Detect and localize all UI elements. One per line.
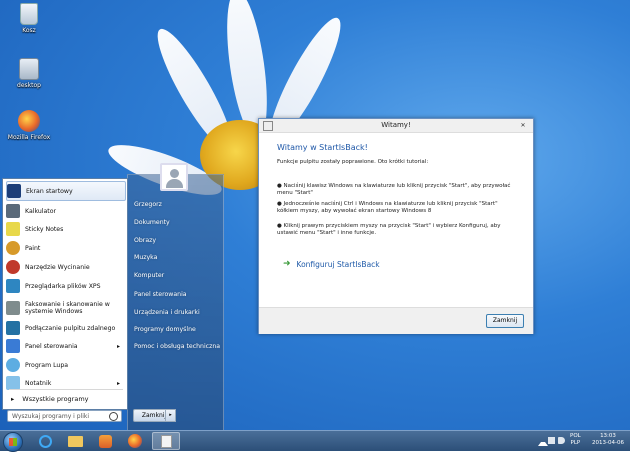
desktop-icon-recycle-bin[interactable]: Kosz <box>7 3 51 34</box>
user-silhouette-body <box>166 179 183 188</box>
submenu-arrow-icon: ▸ <box>116 342 120 350</box>
submenu-arrow-icon: ▸ <box>116 379 120 387</box>
network-icon[interactable] <box>548 437 555 444</box>
program-remote-desktop[interactable]: Podłączanie pulpitu zdalnego <box>6 319 124 337</box>
desktop-icon-desktop[interactable]: desktop <box>7 58 51 89</box>
close-icon[interactable]: ✕ <box>517 121 529 130</box>
fax-scan-icon <box>6 301 20 315</box>
language-indicator[interactable]: POL PLP <box>570 433 581 447</box>
start-menu-right-pane <box>127 174 224 432</box>
program-sticky-notes[interactable]: Sticky Notes <box>6 220 124 238</box>
user-silhouette-icon <box>170 169 179 178</box>
dialog-heading: Witamy w StartIsBack! <box>277 143 368 152</box>
file-explorer-icon <box>67 435 83 447</box>
snipping-tool-icon <box>6 260 20 274</box>
startisback-dialog-icon <box>160 434 172 448</box>
clock[interactable]: 13:03 2013-04-06 <box>588 433 628 447</box>
volume-icon[interactable] <box>558 437 565 444</box>
media-player-icon <box>98 434 112 448</box>
dialog-title: Witamy! <box>381 121 411 129</box>
program-control-panel[interactable]: Panel sterowania ▸ <box>6 337 124 355</box>
dialog-titlebar[interactable]: Witamy! ✕ <box>259 119 533 133</box>
taskbar: POL PLP 13:03 2013-04-06 <box>0 430 630 452</box>
shutdown-options-arrow-icon[interactable]: ▸ <box>165 409 176 422</box>
welcome-dialog: Witamy! ✕ Witamy w StartIsBack! Funkcje … <box>258 118 534 334</box>
start-menu-programs-pane: Ekran startowy Kalkulator Sticky Notes P… <box>2 178 128 410</box>
all-programs-arrow-icon: ▸ <box>11 395 15 403</box>
xps-viewer-icon <box>6 279 20 293</box>
close-dialog-button[interactable]: Zamknij <box>486 314 524 328</box>
right-pane-pictures[interactable]: Obrazy <box>134 237 156 244</box>
user-avatar[interactable] <box>160 163 188 191</box>
internet-explorer-icon <box>38 434 52 448</box>
firefox-icon <box>128 434 142 448</box>
windows-logo-icon <box>9 438 17 446</box>
control-panel-icon <box>6 339 20 353</box>
program-calculator[interactable]: Kalkulator <box>6 202 124 220</box>
program-start-screen[interactable]: Ekran startowy <box>6 181 126 201</box>
program-fax-scan[interactable]: Faksowanie i skanowanie w systemie Window… <box>6 297 124 319</box>
program-xps-viewer[interactable]: Przeglądarka plików XPS <box>6 277 124 295</box>
right-pane-help[interactable]: Pomoc i obsługa techniczna <box>134 343 220 350</box>
dialog-tip: ● Kliknij prawym przyciskiem myszy na pr… <box>277 223 501 236</box>
taskbar-ie[interactable] <box>32 432 58 450</box>
magnifier-icon <box>6 358 20 372</box>
right-pane-devices-printers[interactable]: Urządzenia i drukarki <box>134 309 200 316</box>
all-programs-button[interactable]: ▸ Wszystkie programy <box>11 395 89 403</box>
program-snipping-tool[interactable]: Narzędzie Wycinanie <box>6 258 124 276</box>
desktop-icon-firefox[interactable]: Mozilla Firefox <box>7 110 51 141</box>
dialog-footer: Zamknij <box>259 307 533 334</box>
desktop-folder-icon <box>19 58 39 80</box>
calculator-icon <box>6 204 20 218</box>
search-input[interactable]: Wyszukaj programy i pliki <box>7 410 122 422</box>
right-pane-default-programs[interactable]: Programy domyślne <box>134 326 196 333</box>
system-tray: POL PLP 13:03 2013-04-06 <box>530 431 630 451</box>
start-menu: Ekran startowy Kalkulator Sticky Notes P… <box>0 174 224 432</box>
right-pane-music[interactable]: Muzyka <box>134 254 157 261</box>
configure-link[interactable]: ➜ Konfiguruj StartIsBack <box>283 259 380 269</box>
remote-desktop-icon <box>6 321 20 335</box>
right-pane-computer[interactable]: Komputer <box>134 272 164 279</box>
paint-icon <box>6 241 20 255</box>
recycle-bin-icon <box>20 3 38 25</box>
firefox-icon <box>18 110 40 132</box>
taskbar-explorer[interactable] <box>62 432 88 450</box>
dialog-tip: ● Jednocześnie naciśnij Ctrl i Windows n… <box>277 201 498 214</box>
search-icon <box>109 412 118 421</box>
right-pane-control-panel[interactable]: Panel sterowania <box>134 291 187 298</box>
dialog-tip: ● Naciśnij klawisz Windows na klawiaturz… <box>277 183 511 196</box>
dialog-intro: Funkcje pulpitu zostały poprawione. Oto … <box>277 159 429 165</box>
start-screen-icon <box>7 184 21 198</box>
sticky-notes-icon <box>6 222 20 236</box>
taskbar-firefox[interactable] <box>122 432 148 450</box>
taskbar-startisback-dialog[interactable] <box>152 432 180 450</box>
notepad-icon <box>6 376 20 390</box>
start-button[interactable] <box>3 432 23 452</box>
program-magnifier[interactable]: Program Lupa <box>6 356 124 374</box>
menu-separator <box>9 389 123 390</box>
right-pane-user[interactable]: Grzegorz <box>134 201 162 208</box>
taskbar-media-player[interactable] <box>92 432 118 450</box>
right-pane-documents[interactable]: Dokumenty <box>134 219 170 226</box>
tray-expand-icon[interactable] <box>538 438 548 446</box>
program-paint[interactable]: Paint <box>6 239 124 257</box>
green-arrow-icon: ➜ <box>283 259 291 269</box>
